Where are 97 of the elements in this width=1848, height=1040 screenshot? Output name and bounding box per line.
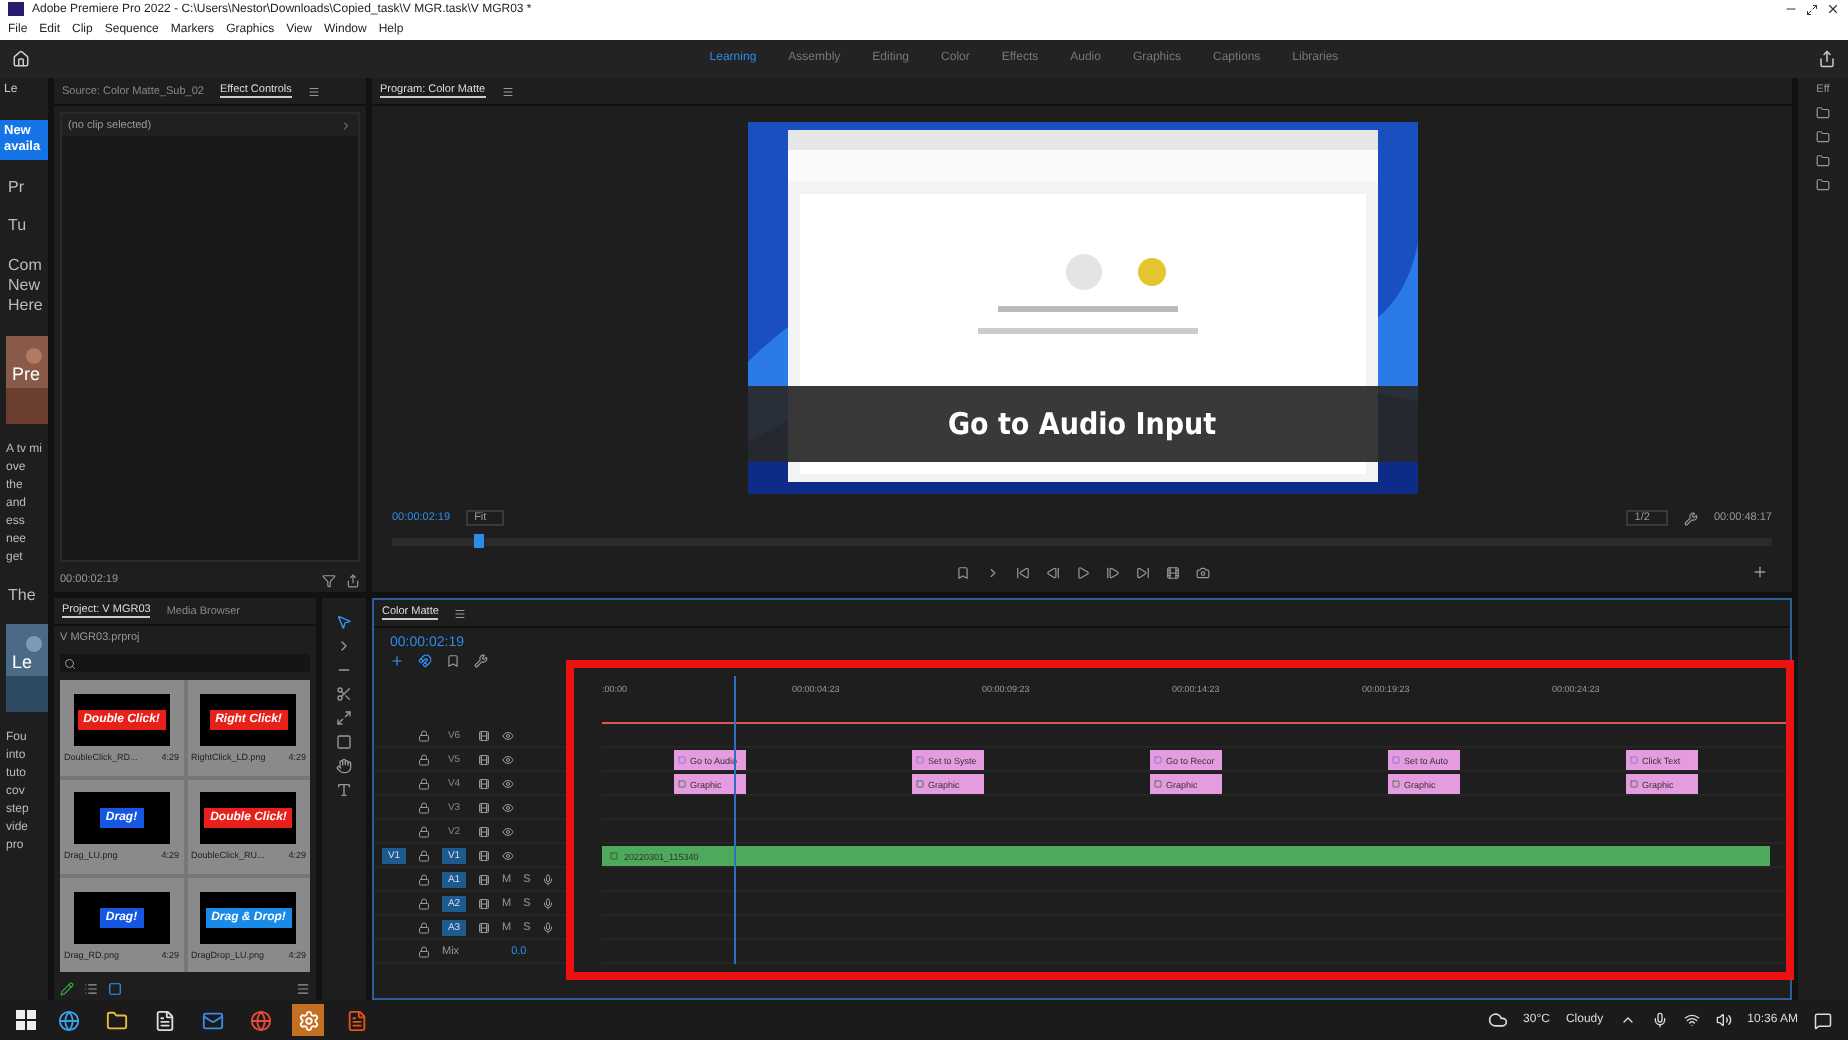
- step-back-icon[interactable]: [1045, 565, 1059, 580]
- tutorial-heading: Pr: [6, 177, 26, 199]
- office-icon[interactable]: [345, 1009, 367, 1032]
- cloud-icon: [1487, 1010, 1508, 1031]
- browser-icon[interactable]: [249, 1009, 271, 1032]
- snap-icon[interactable]: [418, 654, 432, 669]
- speaker-icon[interactable]: [1715, 1012, 1732, 1029]
- thumbnail-title: Le: [12, 652, 33, 673]
- lock-icon[interactable]: [418, 849, 430, 862]
- go-to-out-icon[interactable]: [1135, 565, 1149, 580]
- razor-icon[interactable]: [336, 686, 352, 703]
- search-field[interactable]: [60, 654, 310, 673]
- mic-icon[interactable]: [542, 873, 555, 886]
- mic-icon[interactable]: [542, 921, 555, 934]
- wrench-icon[interactable]: [1683, 511, 1698, 526]
- hand-icon[interactable]: [336, 758, 352, 775]
- lock-icon[interactable]: [418, 873, 430, 886]
- mic-icon[interactable]: [542, 897, 555, 910]
- marker-icon[interactable]: [955, 565, 969, 580]
- eye-icon[interactable]: [502, 777, 514, 790]
- menu-icon[interactable]: [307, 85, 320, 98]
- lock-icon[interactable]: [418, 801, 430, 814]
- video-caption: Go to Audio Input: [747, 386, 1417, 463]
- fx-icon: [916, 780, 924, 789]
- thumbnail-title: Pre: [12, 363, 41, 384]
- folder-icon[interactable]: [1816, 178, 1830, 193]
- folder-icon[interactable]: [1816, 106, 1830, 121]
- app-icon: [8, 2, 24, 17]
- film-icon[interactable]: [478, 753, 490, 766]
- mail-icon[interactable]: [201, 1009, 223, 1032]
- lock-icon[interactable]: [418, 897, 430, 910]
- tutorial-heading: Tu: [6, 216, 29, 238]
- film-icon[interactable]: [478, 849, 490, 862]
- add-icon[interactable]: [1752, 564, 1768, 581]
- tutorial-heading: Com New Here: [6, 255, 45, 318]
- menu-icon[interactable]: [501, 85, 514, 98]
- play-icon[interactable]: [1075, 565, 1089, 580]
- fx-icon: [1392, 756, 1400, 765]
- tutorial-heading: The: [6, 585, 38, 607]
- windows-logo-icon[interactable]: [16, 1010, 36, 1031]
- home-icon[interactable]: [12, 49, 30, 68]
- fx-icon: [1630, 756, 1638, 765]
- list-view-icon[interactable]: [84, 981, 98, 996]
- fx-icon: [1630, 780, 1638, 789]
- browser-icon[interactable]: [57, 1009, 79, 1032]
- expand-icon[interactable]: [340, 119, 352, 132]
- menu-icon[interactable]: [454, 607, 467, 620]
- app-icon[interactable]: [297, 1009, 319, 1032]
- selection-tool-icon[interactable]: [336, 614, 352, 631]
- close-icon[interactable]: [1826, 2, 1840, 17]
- fx-icon: [1154, 780, 1162, 789]
- filter-icon[interactable]: [322, 573, 336, 588]
- icon-view-icon[interactable]: [108, 981, 122, 996]
- fx-icon: [1154, 756, 1162, 765]
- eye-icon[interactable]: [502, 753, 514, 766]
- share-icon[interactable]: [1818, 49, 1836, 68]
- film-icon[interactable]: [478, 825, 490, 838]
- playhead[interactable]: [474, 534, 485, 549]
- rectangle-tool-icon[interactable]: [336, 734, 352, 751]
- film-icon[interactable]: [478, 873, 490, 886]
- film-icon[interactable]: [478, 921, 490, 934]
- sort-icon[interactable]: [296, 981, 310, 996]
- export-icon[interactable]: [346, 573, 360, 588]
- folder-icon[interactable]: [1816, 154, 1830, 169]
- eye-icon[interactable]: [502, 729, 514, 742]
- fx-icon: [1392, 780, 1400, 789]
- notification-icon[interactable]: [1814, 1011, 1832, 1030]
- fx-icon: [610, 852, 618, 861]
- lock-icon[interactable]: [418, 729, 430, 742]
- film-icon[interactable]: [478, 897, 490, 910]
- marker-icon[interactable]: [446, 654, 460, 669]
- film-icon[interactable]: [478, 777, 490, 790]
- fx-icon: [678, 780, 686, 789]
- film-icon[interactable]: [478, 729, 490, 742]
- lock-icon[interactable]: [418, 921, 430, 934]
- go-to-in-icon[interactable]: [1015, 565, 1029, 580]
- eye-icon[interactable]: [502, 801, 514, 814]
- lock-icon[interactable]: [418, 777, 430, 790]
- step-forward-icon[interactable]: [1105, 565, 1119, 580]
- wrench-icon[interactable]: [474, 654, 488, 669]
- mic-icon[interactable]: [1651, 1012, 1668, 1029]
- lock-icon[interactable]: [418, 945, 430, 958]
- film-icon[interactable]: [478, 801, 490, 814]
- fx-icon: [916, 756, 924, 765]
- folder-icon[interactable]: [1816, 130, 1830, 145]
- document-icon[interactable]: [153, 1009, 175, 1032]
- lock-icon[interactable]: [418, 825, 430, 838]
- pencil-icon[interactable]: [60, 981, 74, 996]
- camera-icon[interactable]: [1195, 565, 1209, 580]
- fx-icon: [678, 756, 686, 765]
- folder-icon[interactable]: [105, 1009, 127, 1032]
- eye-icon[interactable]: [502, 849, 514, 862]
- eye-icon[interactable]: [502, 825, 514, 838]
- lock-icon[interactable]: [418, 753, 430, 766]
- wifi-icon[interactable]: [1683, 1012, 1700, 1029]
- search-icon[interactable]: [64, 657, 76, 670]
- type-tool-icon[interactable]: [336, 782, 352, 799]
